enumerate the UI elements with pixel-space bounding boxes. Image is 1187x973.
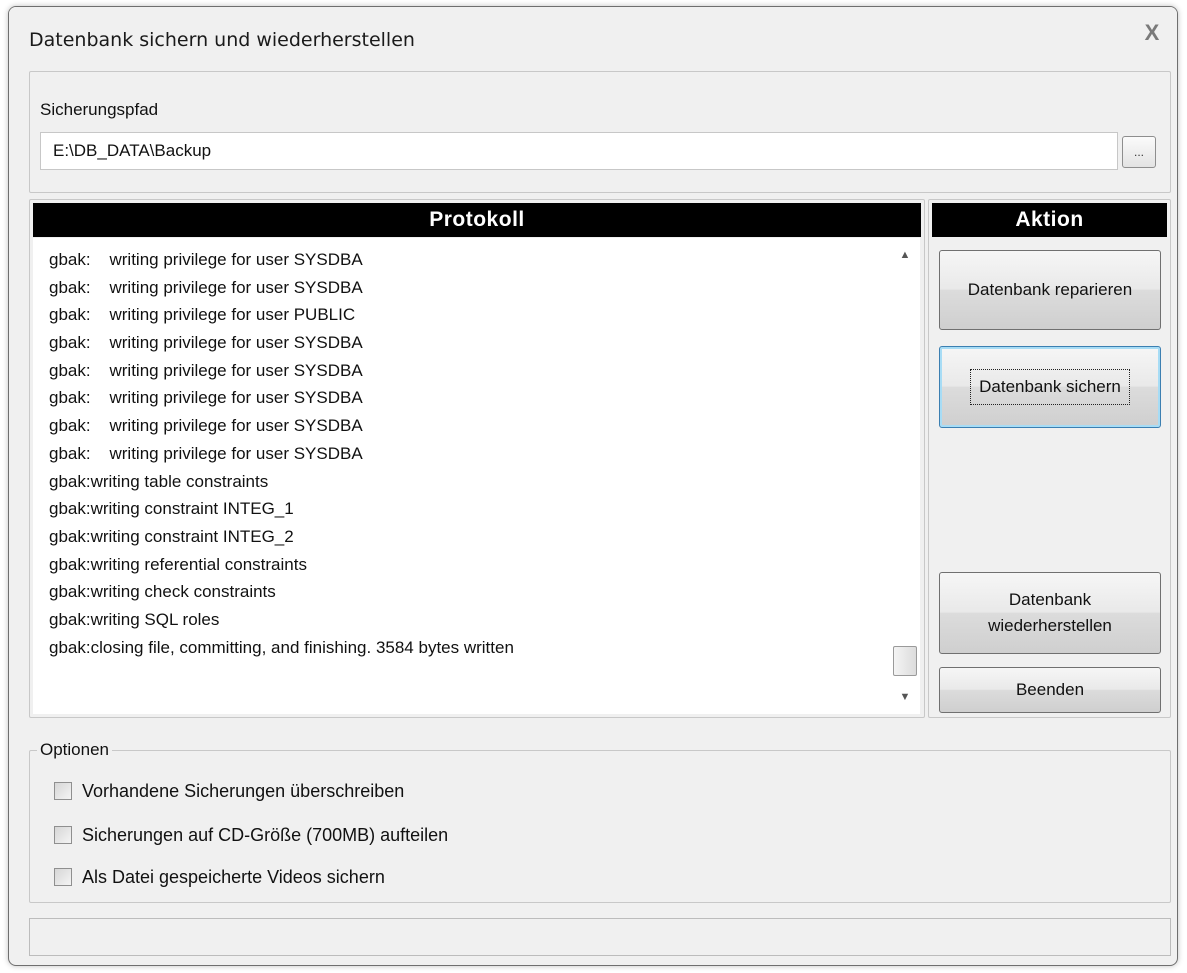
log-line: gbak:writing check constraints xyxy=(49,582,276,602)
backup-path-group: Sicherungspfad ... xyxy=(29,71,1171,193)
log-line: gbak: writing privilege for user SYSDBA xyxy=(49,388,363,408)
scroll-up-icon[interactable]: ▲ xyxy=(890,242,920,268)
log-lines: gbak: writing privilege for user SYSDBA … xyxy=(49,246,514,661)
log-line: gbak:writing constraint INTEG_2 xyxy=(49,526,294,546)
backup-database-label: Datenbank sichern xyxy=(970,369,1130,405)
action-panel: Aktion Datenbank reparieren Datenbank si… xyxy=(928,199,1171,718)
exit-button[interactable]: Beenden xyxy=(939,667,1161,713)
repair-database-label: Datenbank reparieren xyxy=(967,280,1133,299)
log-panel: Protokoll gbak: writing privilege for us… xyxy=(29,199,925,718)
split-cd-checkbox[interactable] xyxy=(54,826,72,844)
log-line: gbak:writing constraint INTEG_1 xyxy=(49,499,294,519)
log-line: gbak:writing table constraints xyxy=(49,471,269,491)
action-header: Aktion xyxy=(932,203,1167,237)
close-icon[interactable]: X xyxy=(1137,19,1167,47)
status-bar xyxy=(29,918,1171,956)
overwrite-checkbox[interactable] xyxy=(54,782,72,800)
split-cd-label: Sicherungen auf CD-Größe (700MB) aufteil… xyxy=(82,824,449,845)
option-split-cd[interactable]: Sicherungen auf CD-Größe (700MB) aufteil… xyxy=(54,823,448,847)
log-line: gbak: writing privilege for user SYSDBA xyxy=(49,333,363,353)
log-line: gbak:writing SQL roles xyxy=(49,609,220,629)
browse-button[interactable]: ... xyxy=(1122,136,1156,168)
backup-videos-label: Als Datei gespeicherte Videos sichern xyxy=(82,866,385,887)
log-line: gbak: writing privilege for user SYSDBA xyxy=(49,443,363,463)
restore-database-label: Datenbank wiederherstellen xyxy=(988,587,1112,639)
restore-label-line2: wiederherstellen xyxy=(988,616,1112,635)
repair-database-button[interactable]: Datenbank reparieren xyxy=(939,250,1161,330)
options-group: Optionen Vorhandene Sicherungen überschr… xyxy=(29,740,1171,903)
log-scrollbar[interactable]: ▲ ▼ xyxy=(890,238,920,714)
option-overwrite[interactable]: Vorhandene Sicherungen überschreiben xyxy=(54,779,404,803)
log-header: Protokoll xyxy=(33,203,921,237)
scroll-thumb[interactable] xyxy=(893,646,917,676)
restore-label-line1: Datenbank xyxy=(1008,590,1092,609)
title-bar: Datenbank sichern und wiederherstellen X xyxy=(9,7,1177,65)
log-line: gbak: writing privilege for user SYSDBA xyxy=(49,360,363,380)
exit-label: Beenden xyxy=(1015,680,1085,699)
log-line: gbak: writing privilege for user SYSDBA xyxy=(49,277,363,297)
overwrite-label: Vorhandene Sicherungen überschreiben xyxy=(82,780,405,801)
backup-videos-checkbox[interactable] xyxy=(54,868,72,886)
window-title: Datenbank sichern und wiederherstellen xyxy=(29,29,415,51)
log-line: gbak:closing file, committing, and finis… xyxy=(49,637,514,657)
backup-database-button[interactable]: Datenbank sichern xyxy=(939,346,1161,428)
log-line: gbak: writing privilege for user SYSDBA xyxy=(49,416,363,436)
option-backup-videos[interactable]: Als Datei gespeicherte Videos sichern xyxy=(54,865,385,889)
restore-database-button[interactable]: Datenbank wiederherstellen xyxy=(939,572,1161,654)
log-line: gbak: writing privilege for user SYSDBA xyxy=(49,250,363,269)
options-legend: Optionen xyxy=(37,740,112,760)
log-line: gbak: writing privilege for user PUBLIC xyxy=(49,305,356,325)
backup-path-input[interactable] xyxy=(40,132,1118,170)
log-line: gbak:writing referential constraints xyxy=(49,554,307,574)
backup-restore-dialog: Datenbank sichern und wiederherstellen X… xyxy=(8,6,1178,966)
log-output: gbak: writing privilege for user SYSDBA … xyxy=(33,238,920,714)
backup-path-label: Sicherungspfad xyxy=(40,100,159,119)
scroll-down-icon[interactable]: ▼ xyxy=(890,684,920,710)
